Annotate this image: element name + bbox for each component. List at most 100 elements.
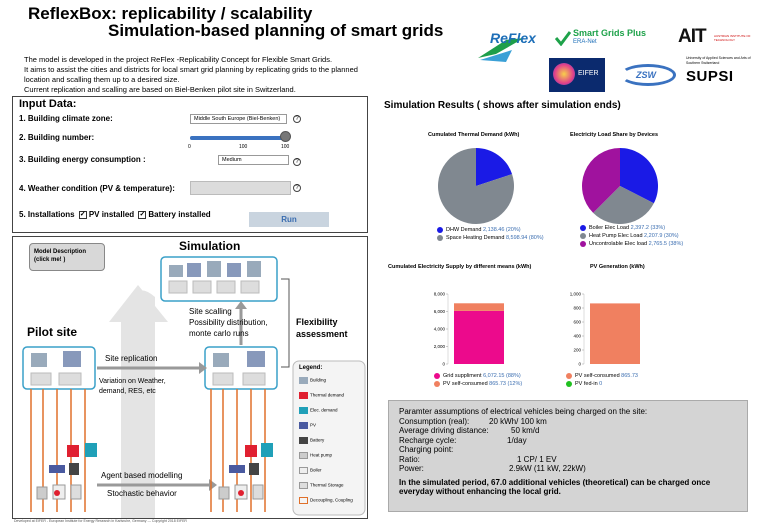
- pv-checkbox[interactable]: ✓: [78, 210, 87, 219]
- consumption-select[interactable]: Medium: [218, 155, 289, 165]
- y-tick-label: 800: [573, 306, 581, 311]
- supply-bar-chart: 0 2,000 4,000 6,000 8,000: [434, 292, 504, 367]
- pv-label: PV installed: [88, 210, 135, 219]
- y-tick-label: 600: [573, 320, 581, 325]
- bar-segment: [590, 303, 640, 364]
- legend-dot: [566, 372, 572, 379]
- legend-item-coupling: Decoupling, Coupling: [299, 497, 363, 512]
- ait-logo: AIT AUSTRIAN INSTITUTE OF TECHNOLOGY: [678, 26, 758, 52]
- reflex-logo: ReFlex: [476, 30, 546, 66]
- bar-segment: [454, 303, 504, 311]
- legend-item-boiler: Boiler: [299, 467, 363, 482]
- model-description-button[interactable]: Model Description (click me! ): [29, 243, 105, 271]
- y-tick-label: 8,000: [434, 292, 446, 297]
- agent-arrowhead-icon: [209, 479, 217, 491]
- thermal-chart-title: Cumulated Thermal Demand (kWh): [428, 132, 520, 138]
- intro-line-4: Current replication and scalling are bas…: [24, 85, 296, 94]
- elec-pie-chart: [582, 148, 658, 224]
- elec-legend-item: Heat Pump Elec Load 2,207.9 (30%): [580, 232, 683, 240]
- eifer-name: EIFER: [578, 70, 599, 77]
- ev-conclusion: In the simulated period, 67.0 additional…: [399, 477, 711, 497]
- ev-row: Power: 2.9kW (11 kW, 22kW): [399, 464, 586, 473]
- y-tick-label: 1,000: [570, 292, 582, 297]
- ev-row: Average driving distance: 50 km/d: [399, 426, 540, 435]
- legend-title: Legend:: [299, 365, 323, 371]
- ev-assumptions-box: Paramter assumptions of electrical vehic…: [388, 400, 748, 512]
- legend-dot: [437, 226, 443, 233]
- smartgrids-logo: Smart Grids Plus ERA-Net: [555, 26, 675, 52]
- pilot-site-label: Pilot site: [27, 325, 78, 339]
- results-title: Simulation Results ( shows after simulat…: [384, 100, 621, 111]
- ait-name: AIT: [678, 26, 707, 47]
- elec-legend-item: Uncontrolable Elec load 2,765.5 (38%): [580, 240, 683, 248]
- pilot-devices-icon: [36, 443, 97, 500]
- eifer-globe-icon: [553, 63, 575, 85]
- battery-label: Battery installed: [148, 210, 211, 219]
- supply-legend-item: Grid suppliment 6,072.15 (88%): [434, 372, 522, 380]
- climate-help-icon[interactable]: ?: [293, 115, 301, 123]
- installations-row: 5. Installations ✓ PV installed ✓ Battery …: [19, 210, 211, 219]
- climate-label: 1. Building climate zone:: [19, 114, 113, 123]
- legend-item-pv: PV: [299, 422, 363, 437]
- elec-legend-item: Boiler Elec Load 2,397.2 (33%): [580, 224, 683, 232]
- intro-line-2: It aims to assist the cities and distric…: [24, 65, 358, 74]
- pv-legend-item: PV fed-in 0: [566, 380, 638, 388]
- variation-label-2: demand, RES, etc: [99, 388, 156, 395]
- y-tick-label: 200: [573, 348, 581, 353]
- intro-line-3: location and scalling them up to a desir…: [24, 75, 180, 84]
- supply-legend-item: PV self-consumed 865.73 (12%): [434, 380, 522, 388]
- y-tick-label: 400: [573, 334, 581, 339]
- replication-arrowhead-icon: [199, 362, 207, 374]
- legend-dot: [580, 224, 586, 231]
- reflex-logo-text: ReFlex: [490, 30, 536, 46]
- ait-sub: AUSTRIAN INSTITUTE OF TECHNOLOGY: [714, 34, 751, 42]
- pv-legend-item: PV self-consumed 865.73: [566, 372, 638, 380]
- supply-chart-title: Cumulated Electricity Supply by differen…: [388, 264, 532, 270]
- pv-icon: [299, 422, 308, 429]
- building-number-slider[interactable]: [190, 136, 290, 140]
- building-number-label: 2. Building number:: [19, 133, 95, 142]
- zsw-name: ZSW: [636, 70, 656, 80]
- flexibility-label: Flexibility: [296, 317, 338, 327]
- smartgrids-name: Smart Grids Plus: [573, 28, 647, 38]
- thermal-pie-chart: [438, 148, 514, 224]
- flex-bracket: [281, 278, 290, 368]
- weather-select[interactable]: [190, 181, 291, 195]
- legend-dot: [566, 380, 572, 387]
- iteration-arrowhead-icon: [109, 285, 168, 322]
- elec-chart-title: Electricity Load Share by Devices: [570, 132, 659, 138]
- input-panel: Input Data: 1. Building climate zone: Mi…: [12, 96, 368, 233]
- legend-dot: [580, 232, 586, 239]
- y-tick-label: 0: [578, 362, 581, 367]
- agent-label: Agent based modelling: [101, 471, 183, 480]
- intro-line-1: The model is developed in the project Re…: [24, 55, 333, 64]
- ev-row: Ratio: 1 CP/ 1 EV: [399, 454, 557, 464]
- legend-dot: [434, 380, 440, 387]
- input-title: Input Data:: [19, 98, 77, 110]
- consumption-help-icon[interactable]: ?: [293, 158, 301, 166]
- replica-buildings-icon: [212, 351, 266, 386]
- y-tick-label: 4,000: [434, 327, 446, 332]
- slider-fill: [190, 136, 285, 140]
- legend-list: Building Thermal demand Elec. demand PV …: [299, 377, 363, 512]
- legend-item-battery: Battery: [299, 437, 363, 452]
- zsw-logo: ZSW: [618, 58, 680, 92]
- climate-select[interactable]: Middle South Europe (Biel-Benken): [190, 114, 287, 124]
- ev-row: Charging point:: [399, 445, 454, 454]
- slider-tick-min: 0: [188, 144, 191, 150]
- run-button[interactable]: Run: [249, 212, 329, 227]
- legend-dot: [434, 372, 440, 379]
- legend-item-thermal: Thermal demand: [299, 392, 363, 407]
- slider-thumb[interactable]: [280, 131, 291, 142]
- simulation-label: Simulation: [179, 239, 241, 253]
- elec-demand-icon: [299, 407, 308, 414]
- copyright-footnote: Developed at EIFER - European Institute …: [14, 519, 187, 523]
- scaling-arrowhead-icon: [235, 301, 247, 309]
- installations-label: 5. Installations: [19, 210, 75, 219]
- legend-dot: [437, 234, 443, 241]
- legend-item-storage: Thermal Storage: [299, 482, 363, 497]
- elec-legend: Boiler Elec Load 2,397.2 (33%) Heat Pump…: [580, 224, 683, 248]
- slider-tick-max: 100: [281, 144, 290, 150]
- battery-checkbox[interactable]: ✓: [138, 210, 147, 219]
- weather-help-icon[interactable]: ?: [293, 184, 301, 192]
